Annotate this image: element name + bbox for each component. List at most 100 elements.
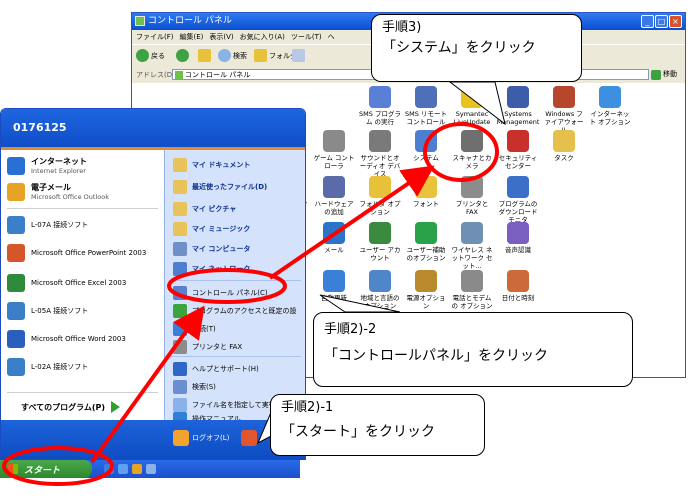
start-menu-item-icon — [173, 304, 187, 318]
shutdown-button[interactable] — [241, 430, 257, 446]
menu-favorites[interactable]: お気に入り(A) — [240, 30, 285, 44]
cp-item[interactable]: ユーザー補助のオプション — [404, 222, 448, 262]
cp-item[interactable]: ハードウェアの追加 — [312, 176, 356, 216]
start-menu-item[interactable]: マイ ミュージック — [173, 222, 250, 236]
cp-item[interactable]: 電話とモデムの オプション — [450, 270, 494, 310]
cp-item[interactable]: プリンタと FAX — [450, 176, 494, 216]
pinned-internet[interactable]: インターネット Internet Explorer — [7, 156, 87, 175]
start-menu-item[interactable]: マイ コンピュータ — [173, 242, 250, 256]
word-icon — [7, 330, 25, 348]
cp-item[interactable]: フォント — [404, 176, 448, 208]
cp-item[interactable]: 電源オプション — [404, 270, 448, 310]
cp-item[interactable]: Windows ファイアウォール — [542, 86, 586, 134]
quicklaunch-ie-icon[interactable] — [104, 464, 114, 474]
quicklaunch-desktop-icon[interactable] — [118, 464, 128, 474]
internet-explorer-icon — [7, 156, 25, 175]
recent-l05a[interactable]: L-05A 接続ソフト — [7, 302, 88, 320]
go-arrow-icon — [651, 69, 661, 80]
cp-item[interactable]: メール — [312, 222, 356, 254]
cp-item[interactable]: SMS プログラム の実行 — [358, 86, 402, 126]
cp-item[interactable]: 音声認識 — [496, 222, 540, 254]
cp-item[interactable]: 地域と言語の オプション — [358, 270, 402, 310]
cp-item[interactable]: システム — [404, 130, 448, 162]
cp-item-label: フォント — [413, 200, 439, 208]
cp-item-label: プリンタと FAX — [455, 200, 489, 216]
cp-item-label: SMS リモート コントロール — [405, 110, 447, 126]
cp-item-icon — [415, 270, 437, 292]
cp-item[interactable]: セキュリティ センター — [496, 130, 540, 170]
minimize-button[interactable]: _ — [641, 15, 654, 28]
excel-icon — [7, 274, 25, 292]
start-menu-item[interactable]: プリンタと FAX — [173, 340, 242, 354]
cp-item-icon — [461, 222, 483, 244]
step3-callout: 手順3) 「システム」をクリック — [371, 14, 582, 82]
start-menu-item-icon — [173, 340, 187, 354]
start-menu-header: 0176125 — [1, 109, 305, 147]
start-menu-item[interactable]: 最近使ったファイル(D) — [173, 180, 267, 194]
cp-item[interactable]: 日付と時刻 — [496, 270, 540, 302]
start-menu-item[interactable]: プログラムのアクセスと既定の設 — [173, 304, 296, 318]
back-button[interactable]: 戻る — [136, 48, 165, 63]
start-menu-item[interactable]: マイ ドキュメント — [173, 158, 250, 172]
cp-item[interactable]: ゲーム コントローラ — [312, 130, 356, 170]
recent-word[interactable]: Microsoft Office Word 2003 — [7, 330, 126, 348]
recent-powerpoint[interactable]: Microsoft Office PowerPoint 2003 — [7, 244, 151, 262]
start-menu: 0176125 インターネット Internet Explorer 電子メール Mi… — [0, 108, 306, 460]
start-menu-item[interactable]: 接続(T) — [173, 322, 216, 336]
close-button[interactable]: × — [669, 15, 682, 28]
search-icon — [218, 49, 231, 62]
start-menu-item-label: ヘルプとサポート(H) — [192, 365, 259, 373]
folders-button[interactable]: フォルダ — [254, 48, 297, 63]
recent-excel[interactable]: Microsoft Office Excel 2003 — [7, 274, 126, 292]
go-button[interactable]: 移動 — [651, 69, 683, 80]
cp-item-icon — [507, 176, 529, 198]
menu-view[interactable]: 表示(V) — [209, 30, 233, 44]
cp-item[interactable]: インターネット オプション — [588, 86, 632, 126]
start-menu-item[interactable]: コントロール パネル(C) — [173, 286, 268, 300]
logoff-button[interactable]: ログオフ(L) — [173, 430, 229, 446]
cp-item[interactable]: サウンドとオーディオ デバイス — [358, 130, 402, 178]
cp-item-label: プログラムのダウンロード モニタ — [498, 200, 538, 224]
cp-item[interactable]: ユーザー アカウント — [358, 222, 402, 262]
start-menu-item[interactable]: マイ ネットワーク — [173, 262, 250, 276]
step2-1-text: 「スタート」をクリック — [281, 424, 435, 440]
cp-item[interactable]: フォルダ オプション — [358, 176, 402, 216]
cp-item-label: 電源オプション — [406, 294, 446, 310]
start-button[interactable]: スタート — [0, 460, 92, 478]
recent-l07a[interactable]: L-07A 接続ソフト — [7, 216, 88, 234]
cp-item-icon — [553, 86, 575, 108]
menu-help[interactable]: ヘ — [328, 30, 335, 44]
start-menu-item[interactable]: ヘルプとサポート(H) — [173, 362, 259, 376]
start-menu-item[interactable]: 検索(S) — [173, 380, 216, 394]
views-button[interactable] — [292, 48, 305, 63]
quicklaunch-outlook-icon[interactable] — [132, 464, 142, 474]
start-menu-item[interactable]: マイ ピクチャ — [173, 202, 236, 216]
cp-item[interactable]: プログラムのダウンロード モニタ — [496, 176, 540, 224]
pinned-email[interactable]: 電子メール Microsoft Office Outlook — [7, 182, 109, 201]
menu-edit[interactable]: 編集(E) — [180, 30, 204, 44]
cp-item[interactable]: スキャナとカメラ — [450, 130, 494, 170]
windows-flag-icon — [8, 464, 18, 474]
views-icon — [292, 49, 305, 62]
cp-item[interactable]: SMS リモート コントロール — [404, 86, 448, 126]
maximize-button[interactable]: □ — [655, 15, 668, 28]
cp-item-icon — [461, 130, 483, 152]
cp-item[interactable]: Symantec LiveUpdate — [450, 86, 494, 126]
cp-item-label: サウンドとオーディオ デバイス — [359, 154, 401, 178]
recent-l02a[interactable]: L-02A 接続ソフト — [7, 358, 88, 376]
separator — [7, 392, 158, 393]
forward-icon — [176, 49, 189, 62]
up-folder-button[interactable] — [198, 48, 211, 63]
search-button[interactable]: 検索 — [218, 48, 247, 63]
forward-button[interactable] — [176, 48, 189, 63]
cp-item-icon — [507, 270, 529, 292]
menu-tools[interactable]: ツール(T) — [291, 30, 322, 44]
cp-item[interactable]: ワイヤレス ネットワーク セット... — [450, 222, 494, 270]
quicklaunch-app-icon[interactable] — [146, 464, 156, 474]
cp-item-label: インターネット オプション — [589, 110, 631, 126]
all-programs-button[interactable]: すべてのプログラム(P) — [21, 401, 121, 413]
cp-item[interactable]: 自動更新 — [312, 270, 356, 302]
menu-file[interactable]: ファイル(F) — [136, 30, 174, 44]
cp-item[interactable]: Systems Management — [496, 86, 540, 126]
cp-item[interactable]: タスク — [542, 130, 586, 162]
